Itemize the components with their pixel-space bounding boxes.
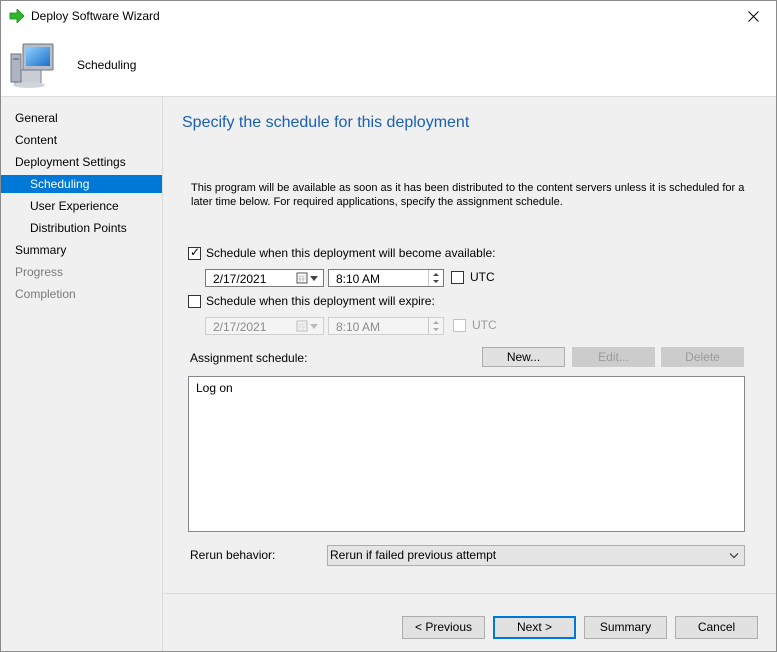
nav-item-distribution-points[interactable]: Distribution Points [1,219,162,237]
nav-item-content[interactable]: Content [1,131,162,149]
wizard-nav: General Content Deployment Settings Sche… [1,97,162,651]
nav-item-general[interactable]: General [1,109,162,127]
chevron-down-icon [729,553,739,559]
previous-button[interactable]: < Previous [402,616,485,639]
available-utc-checkbox[interactable] [451,271,464,284]
spinner-arrows-icon [433,321,439,331]
close-button[interactable] [730,1,776,32]
cancel-button[interactable]: Cancel [675,616,758,639]
nav-item-progress: Progress [15,265,64,279]
expire-time-input: 8:10 AM [328,317,444,335]
new-button[interactable]: New... [482,347,565,367]
title-bar[interactable]: Deploy Software Wizard [1,1,776,32]
available-label: Schedule when this deployment will becom… [206,246,496,260]
nav-item-summary[interactable]: Summary [1,241,162,259]
rerun-label: Rerun behavior: [190,548,276,562]
page-title: Specify the schedule for this deployment [182,114,470,131]
nav-item-scheduling[interactable]: Scheduling [1,175,162,193]
edit-button: Edit... [572,347,655,367]
assignment-schedule-list[interactable]: Log on [188,376,745,532]
footer-divider [163,593,776,594]
summary-button[interactable]: Summary [584,616,667,639]
list-item[interactable]: Log on [196,381,233,395]
expire-checkbox[interactable] [188,295,201,308]
window-title: Deploy Software Wizard [31,9,160,23]
time-spinner [428,318,443,334]
expire-date-picker: 2/17/2021 [205,317,324,335]
wizard-header: Scheduling [1,32,776,97]
available-time-input[interactable]: 8:10 AM [328,269,444,287]
next-button[interactable]: Next > [493,616,576,639]
computer-icon [10,43,54,88]
calendar-dropdown-icon [296,320,318,332]
assignment-label: Assignment schedule: [190,351,308,365]
nav-item-deployment-settings[interactable]: Deployment Settings [1,153,162,171]
expire-label: Schedule when this deployment will expir… [206,294,435,308]
available-checkbox[interactable] [188,245,201,260]
available-utc-label: UTC [470,270,495,284]
main-content: Specify the schedule for this deployment… [163,97,776,651]
close-icon [747,11,759,22]
spinner-arrows-icon [433,273,439,283]
green-arrow-icon [9,9,25,23]
time-spinner[interactable] [428,270,443,286]
expire-utc-checkbox [453,319,466,332]
nav-item-completion: Completion [15,287,76,301]
step-title: Scheduling [77,58,137,72]
expire-utc-label: UTC [472,318,497,332]
calendar-dropdown-icon[interactable] [296,272,320,284]
available-date-picker[interactable]: 2/17/2021 [205,269,324,287]
rerun-behavior-dropdown[interactable]: Rerun if failed previous attempt [327,545,745,566]
description-text: This program will be available as soon a… [191,182,745,208]
nav-item-user-experience[interactable]: User Experience [1,197,162,215]
wizard-window: Deploy Software Wizard Scheduling Genera… [0,0,777,652]
delete-button: Delete [661,347,744,367]
